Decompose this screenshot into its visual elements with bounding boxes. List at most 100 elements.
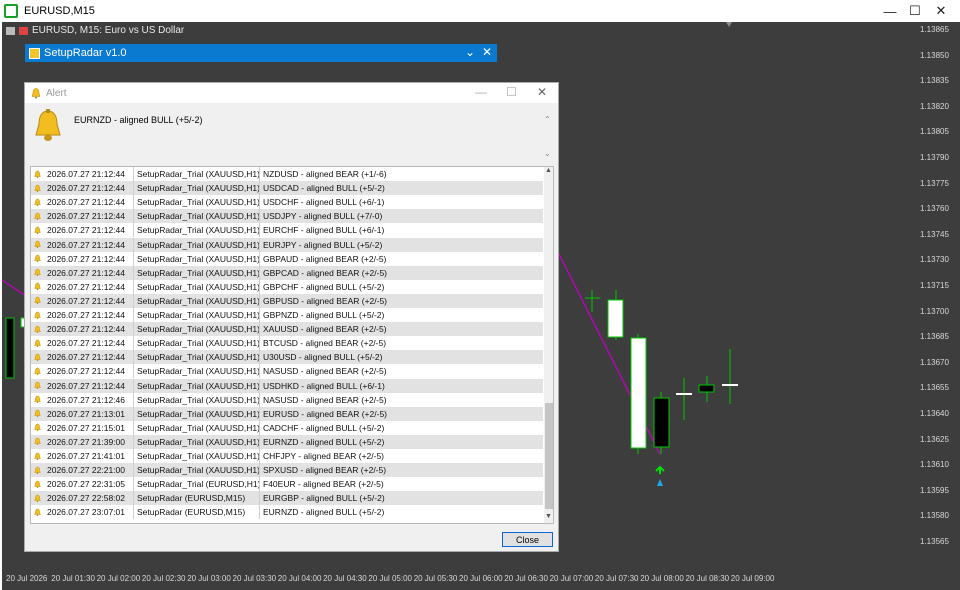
row-source: SetupRadar (EURUSD,M15) xyxy=(134,505,260,520)
alert-titlebar: Alert — ☐ ✕ xyxy=(25,83,558,103)
row-source: SetupRadar_Trial (XAUUSD,H1) xyxy=(134,392,260,407)
row-source: SetupRadar_Trial (XAUUSD,H1) xyxy=(134,251,260,266)
row-source: SetupRadar_Trial (XAUUSD,H1) xyxy=(134,336,260,351)
candle-bear xyxy=(698,384,715,393)
time-tick-label: 20 Jul 06:00 xyxy=(459,574,503,583)
collapse-button[interactable]: ⌄ xyxy=(465,45,475,59)
row-time-cell: 2026.07.27 21:12:44 xyxy=(31,293,134,308)
bell-icon xyxy=(34,226,41,234)
row-time-cell: 2026.07.27 21:12:44 xyxy=(31,195,134,210)
bell-large-icon xyxy=(35,109,61,141)
alert-history-row[interactable]: 2026.07.27 21:12:44 SetupRadar_Trial (XAU… xyxy=(31,251,543,266)
alert-history-row[interactable]: 2026.07.27 21:12:44 SetupRadar_Trial (XAU… xyxy=(31,336,543,351)
row-source: SetupRadar_Trial (XAUUSD,H1) xyxy=(134,434,260,449)
alert-history-row[interactable]: 2026.07.27 21:12:44 SetupRadar_Trial (XAU… xyxy=(31,167,543,181)
alert-history-row[interactable]: 2026.07.27 21:12:44 SetupRadar_Trial (XAU… xyxy=(31,265,543,280)
alert-history-row[interactable]: 2026.07.27 21:39:00 SetupRadar_Trial (XAU… xyxy=(31,434,543,449)
setupradar-icon xyxy=(29,47,40,59)
time-tick-label: 20 Jul 08:00 xyxy=(640,574,684,583)
list-scroll-thumb[interactable] xyxy=(545,403,553,509)
alert-history-row[interactable]: 2026.07.27 21:12:44 SetupRadar_Trial (XAU… xyxy=(31,279,543,294)
alert-history-row[interactable]: 2026.07.27 21:12:44 SetupRadar_Trial (XAU… xyxy=(31,209,543,224)
alert-history-row[interactable]: 2026.07.27 21:12:44 SetupRadar_Trial (XAU… xyxy=(31,322,543,337)
alert-message: EURNZD - aligned BULL (+5/-2) xyxy=(74,115,203,125)
row-time: 2026.07.27 21:12:44 xyxy=(47,183,125,194)
alert-maximize-button[interactable]: ☐ xyxy=(506,85,517,99)
row-time: 2026.07.27 23:07:01 xyxy=(47,507,125,518)
price-tick-label: 1.13595 xyxy=(920,485,949,495)
alert-history-row[interactable]: 2026.07.27 22:58:02 SetupRadar (EURUSD,M1… xyxy=(31,491,543,506)
alert-history-row[interactable]: 2026.07.27 21:12:44 SetupRadar_Trial (XAU… xyxy=(31,293,543,308)
row-time: 2026.07.27 21:12:44 xyxy=(47,253,125,264)
scroll-down-icon[interactable]: ⌄ xyxy=(544,149,551,158)
bell-icon xyxy=(34,254,41,263)
window-titlebar: EURUSD,M15 — ☐ ✕ xyxy=(0,0,960,22)
candle-bull xyxy=(630,337,647,449)
alert-minimize-button[interactable]: — xyxy=(475,85,487,99)
close-button[interactable]: Close xyxy=(502,532,553,547)
row-time-cell: 2026.07.27 21:12:44 xyxy=(31,223,134,238)
row-time: 2026.07.27 21:12:44 xyxy=(47,211,125,222)
alert-close-x-button[interactable]: ✕ xyxy=(537,85,547,99)
row-time: 2026.07.27 21:12:44 xyxy=(47,352,125,363)
alert-history-row[interactable]: 2026.07.27 21:41:01 SetupRadar_Trial (XAU… xyxy=(31,449,543,463)
row-message: CADCHF - aligned BULL (+5/-2) xyxy=(263,422,385,433)
row-source: SetupRadar_Trial (XAUUSD,H1) xyxy=(134,378,260,393)
row-message: F40EUR - aligned BEAR (+2/-5) xyxy=(263,479,384,490)
bell-icon xyxy=(34,424,41,432)
panel-close-button[interactable]: ✕ xyxy=(482,45,492,59)
price-tick-label: 1.13700 xyxy=(920,306,949,316)
alert-history-row[interactable]: 2026.07.27 22:31:05 SetupRadar_Trial (EUR… xyxy=(31,477,543,492)
buy-arrow-icon xyxy=(655,465,665,474)
list-scroll-down-icon[interactable]: ▼ xyxy=(545,513,552,520)
list-scroll-up-icon[interactable]: ▲ xyxy=(545,167,552,174)
bell-icon xyxy=(34,452,41,460)
row-time-cell: 2026.07.27 22:31:05 xyxy=(31,477,134,492)
row-message: EURCHF - aligned BULL (+6/-1) xyxy=(263,225,385,236)
row-message: NASUSD - aligned BEAR (+2/-5) xyxy=(263,394,387,405)
alert-history-row[interactable]: 2026.07.27 21:12:44 SetupRadar_Trial (XAU… xyxy=(31,308,543,322)
alert-history-row[interactable]: 2026.07.27 21:12:44 SetupRadar_Trial (XAU… xyxy=(31,195,543,210)
row-time: 2026.07.27 22:31:05 xyxy=(47,479,125,490)
row-message: USDCAD - aligned BULL (+5/-2) xyxy=(263,183,385,194)
alert-history-row[interactable]: 2026.07.27 21:13:01 SetupRadar_Trial (XAU… xyxy=(31,406,543,421)
row-source: SetupRadar_Trial (XAUUSD,H1) xyxy=(134,237,260,252)
row-time-cell: 2026.07.27 21:12:44 xyxy=(31,209,134,224)
shift-marker-icon[interactable] xyxy=(726,22,732,27)
row-source: SetupRadar_Trial (XAUUSD,H1) xyxy=(134,322,260,337)
alert-history-list[interactable]: 2026.07.27 23:07:01 SetupRadar (EURUSD,M1… xyxy=(30,166,554,524)
row-message: NZDUSD - aligned BEAR (+1/-6) xyxy=(263,169,387,179)
alert-history-row[interactable]: 2026.07.27 23:07:01 SetupRadar (EURUSD,M1… xyxy=(31,505,543,520)
bell-icon xyxy=(34,184,41,192)
price-tick-label: 1.13865 xyxy=(920,25,949,34)
alert-history-row[interactable]: 2026.07.27 21:12:44 SetupRadar_Trial (XAU… xyxy=(31,181,543,196)
bell-icon xyxy=(34,268,41,277)
time-tick-label: 20 Jul 01:30 xyxy=(51,574,95,583)
alert-history-row[interactable]: 2026.07.27 21:12:46 SetupRadar_Trial (XAU… xyxy=(31,392,543,407)
row-message: USDCHF - aligned BULL (+6/-1) xyxy=(263,197,385,208)
row-time: 2026.07.27 21:39:00 xyxy=(47,436,125,447)
row-time-cell: 2026.07.27 22:58:02 xyxy=(31,491,134,506)
row-time-cell: 2026.07.27 21:12:44 xyxy=(31,322,134,337)
scroll-up-icon[interactable]: ⌃ xyxy=(544,115,551,124)
bell-icon xyxy=(34,381,41,390)
alert-history-row[interactable]: 2026.07.27 21:12:44 SetupRadar_Trial (XAU… xyxy=(31,378,543,393)
setupradar-panel[interactable]: SetupRadar v1.0 ⌄ ✕ xyxy=(25,44,497,62)
alert-history-row[interactable]: 2026.07.27 21:15:01 SetupRadar_Trial (XAU… xyxy=(31,420,543,435)
time-tick-label: 20 Jul 02:30 xyxy=(141,574,186,583)
bell-icon xyxy=(34,170,41,178)
candle-doji-body xyxy=(722,384,738,386)
setupradar-title: SetupRadar v1.0 xyxy=(44,47,127,59)
row-source: SetupRadar_Trial (XAUUSD,H1) xyxy=(134,167,260,181)
candle-left-bear xyxy=(5,317,15,379)
alert-history-row[interactable]: 2026.07.27 22:21:00 SetupRadar_Trial (XAU… xyxy=(31,463,543,478)
close-window-button[interactable]: ✕ xyxy=(926,0,956,22)
row-source: SetupRadar_Trial (XAUUSD,H1) xyxy=(134,181,260,196)
alert-history-row[interactable]: 2026.07.27 21:12:44 SetupRadar_Trial (XAU… xyxy=(31,364,543,379)
row-time: 2026.07.27 21:12:44 xyxy=(47,267,125,278)
list-scrollbar[interactable]: ▲ ▼ xyxy=(544,167,553,523)
message-scrollbar[interactable]: ⌃ ⌄ xyxy=(542,115,553,161)
alert-history-row[interactable]: 2026.07.27 21:12:44 SetupRadar_Trial (XAU… xyxy=(31,237,543,252)
alert-history-row[interactable]: 2026.07.27 21:12:44 SetupRadar_Trial (XAU… xyxy=(31,350,543,365)
alert-history-row[interactable]: 2026.07.27 21:12:44 SetupRadar_Trial (XAU… xyxy=(31,223,543,238)
